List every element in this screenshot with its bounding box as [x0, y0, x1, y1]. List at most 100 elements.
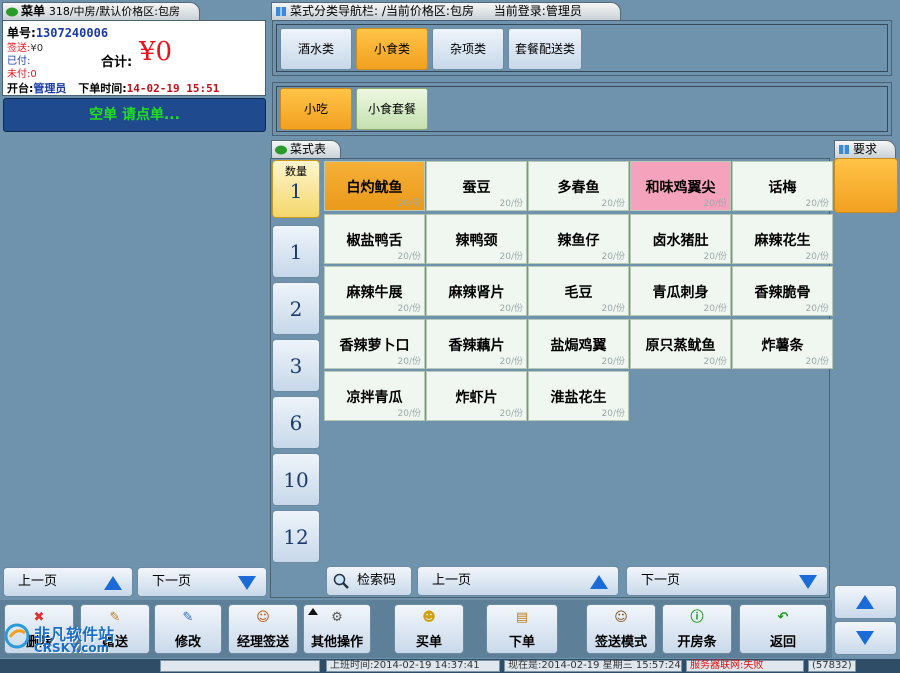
quantity-button-12[interactable]: 12 [272, 510, 320, 563]
scroll-up-button[interactable] [834, 585, 897, 619]
nav-login: 当前登录:管理员 [493, 4, 582, 18]
dish-name: 辣鱼仔 [557, 232, 600, 249]
sign-mode-button[interactable]: ☺ 签送模式 [586, 604, 656, 654]
dish-price: 20/份 [397, 251, 422, 262]
checkout-button[interactable]: ☻ 买单 [394, 604, 464, 654]
manager-sign-button[interactable]: ☺ 经理签送 [228, 604, 298, 654]
dish-name: 白灼鱿鱼 [346, 180, 403, 196]
quantity-display: 数量 1 [272, 160, 320, 218]
dish-button[interactable]: 盐焗鸡翼 20/份 [528, 318, 629, 369]
search-code-button[interactable]: 检索码 [326, 566, 412, 596]
scroll-down-button[interactable] [834, 621, 897, 655]
back-arrow-icon: ↶ [777, 610, 789, 625]
dish-name: 卤水猪肚 [652, 232, 709, 249]
order-summary: 单号:1307240006 签送:¥0 已付: 未付:0 合计: ¥0 开台:管… [2, 20, 266, 96]
dish-price: 20/份 [703, 356, 728, 367]
back-button[interactable]: ↶ 返回 [739, 604, 827, 654]
dish-button[interactable]: 蚕豆 20/份 [426, 161, 527, 211]
quantity-button-6[interactable]: 6 [272, 396, 320, 449]
quantity-label: 数量 [285, 165, 307, 178]
other-operations-label: 其他操作 [310, 635, 363, 650]
dish-button[interactable]: 麻辣牛展 20/份 [324, 266, 425, 316]
nav-label: 菜式分类导航栏: [290, 4, 379, 18]
dish-button[interactable]: 和味鸡翼尖 20/份 [630, 161, 731, 211]
order-time-label: 下单时间: [78, 82, 127, 95]
dish-button[interactable]: 卤水猪肚 20/份 [630, 213, 731, 264]
dish-name: 青瓜刺身 [652, 285, 709, 301]
quantity-button-1[interactable]: 1 [272, 225, 320, 278]
order-doc-icon: ▤ [515, 610, 529, 625]
dish-price: 20/份 [601, 199, 626, 209]
unpaid-label: 未付: [7, 69, 31, 80]
menu-prev-page-button[interactable]: 上一页 [417, 566, 619, 596]
dish-button[interactable]: 话梅 20/份 [732, 161, 833, 211]
dish-button[interactable]: 麻辣花生 20/份 [732, 213, 833, 264]
modify-button[interactable]: ✎ 修改 [154, 604, 222, 654]
dish-button[interactable]: 辣鸭颈 20/份 [426, 213, 527, 264]
dish-button[interactable]: 麻辣肾片 20/份 [426, 266, 527, 316]
nav-price-zone: /当前价格区:包房 [381, 4, 474, 18]
dish-name: 麻辣花生 [754, 232, 811, 249]
quantity-button-10[interactable]: 10 [272, 453, 320, 506]
menu-tab-label: 菜式表 [290, 142, 327, 156]
dish-name: 蚕豆 [462, 180, 491, 196]
dish-button[interactable]: 香辣萝卜口 20/份 [324, 318, 425, 369]
dish-name: 香辣脆骨 [754, 285, 811, 301]
room-slip-button[interactable]: ⓘ 开房条 [662, 604, 732, 654]
opener-value: 管理员 [33, 82, 67, 95]
dish-button[interactable]: 白灼鱿鱼 20/份 [324, 161, 425, 211]
order-no-label: 单号: [7, 26, 36, 40]
menu-caret-icon [308, 608, 318, 615]
order-next-label: 下一页 [152, 574, 192, 589]
order-items-list[interactable]: 空单 请点单... [3, 98, 266, 132]
dish-name: 淮盐花生 [550, 390, 607, 406]
dish-price: 20/份 [499, 199, 524, 209]
unpaid-value: 0 [30, 69, 37, 80]
dish-name: 香辣藕片 [448, 337, 505, 354]
dish-price: 20/份 [397, 304, 422, 314]
order-prev-page-button[interactable]: 上一页 [3, 567, 133, 597]
dish-name: 原只蒸鱿鱼 [645, 337, 716, 354]
menu-next-page-button[interactable]: 下一页 [626, 566, 828, 596]
dish-price: 20/份 [601, 304, 626, 314]
dish-price: 20/份 [499, 409, 524, 419]
dish-button[interactable]: 香辣藕片 20/份 [426, 318, 527, 369]
checkout-icon: ☻ [422, 610, 436, 625]
dish-price: 20/份 [703, 199, 728, 209]
dish-button[interactable]: 多春鱼 20/份 [528, 161, 629, 211]
manager-icon: ☺ [256, 610, 270, 625]
dish-button[interactable]: 炸虾片 20/份 [426, 371, 527, 421]
category-button-misc[interactable]: 杂项类 [432, 28, 504, 70]
dish-button[interactable]: 青瓜刺身 20/份 [630, 266, 731, 316]
dish-price: 20/份 [805, 304, 830, 314]
place-order-label: 下单 [508, 635, 535, 650]
subcategory-button-snack[interactable]: 小吃 [280, 88, 352, 130]
menu-prev-label: 上一页 [432, 573, 472, 588]
dish-button[interactable]: 炸薯条 20/份 [732, 318, 833, 369]
dish-button[interactable]: 凉拌青瓜 20/份 [324, 371, 425, 421]
dish-button[interactable]: 毛豆 20/份 [528, 266, 629, 316]
sign-mode-label: 签送模式 [594, 635, 647, 650]
menu-next-label: 下一页 [641, 573, 681, 588]
dish-button[interactable]: 淮盐花生 20/份 [528, 371, 629, 421]
category-button-set-meals[interactable]: 套餐配送类 [508, 28, 582, 70]
dish-name: 毛豆 [564, 285, 593, 301]
subcategory-button-snack-set[interactable]: 小食套餐 [356, 88, 428, 130]
category-button-snacks[interactable]: 小食类 [356, 28, 428, 70]
quantity-button-2[interactable]: 2 [272, 282, 320, 335]
order-next-page-button[interactable]: 下一页 [137, 567, 267, 597]
dish-button[interactable]: 椒盐鸭舌 20/份 [324, 213, 425, 264]
status-code: (57832) [808, 660, 856, 672]
category-button-drinks[interactable]: 酒水类 [280, 28, 352, 70]
dish-name: 炸薯条 [761, 337, 804, 354]
dish-price: 20/份 [805, 356, 830, 367]
dish-price: 20/份 [601, 356, 626, 367]
other-operations-button[interactable]: ⚙ 其他操作 [303, 604, 371, 654]
place-order-button[interactable]: ▤ 下单 [486, 604, 558, 654]
dish-button[interactable]: 辣鱼仔 20/份 [528, 213, 629, 264]
requirement-button[interactable] [834, 158, 898, 213]
dish-button[interactable]: 原只蒸鱿鱼 20/份 [630, 318, 731, 369]
dish-button[interactable]: 香辣脆骨 20/份 [732, 266, 833, 316]
opener-label: 开台: [7, 82, 34, 95]
quantity-button-3[interactable]: 3 [272, 339, 320, 392]
